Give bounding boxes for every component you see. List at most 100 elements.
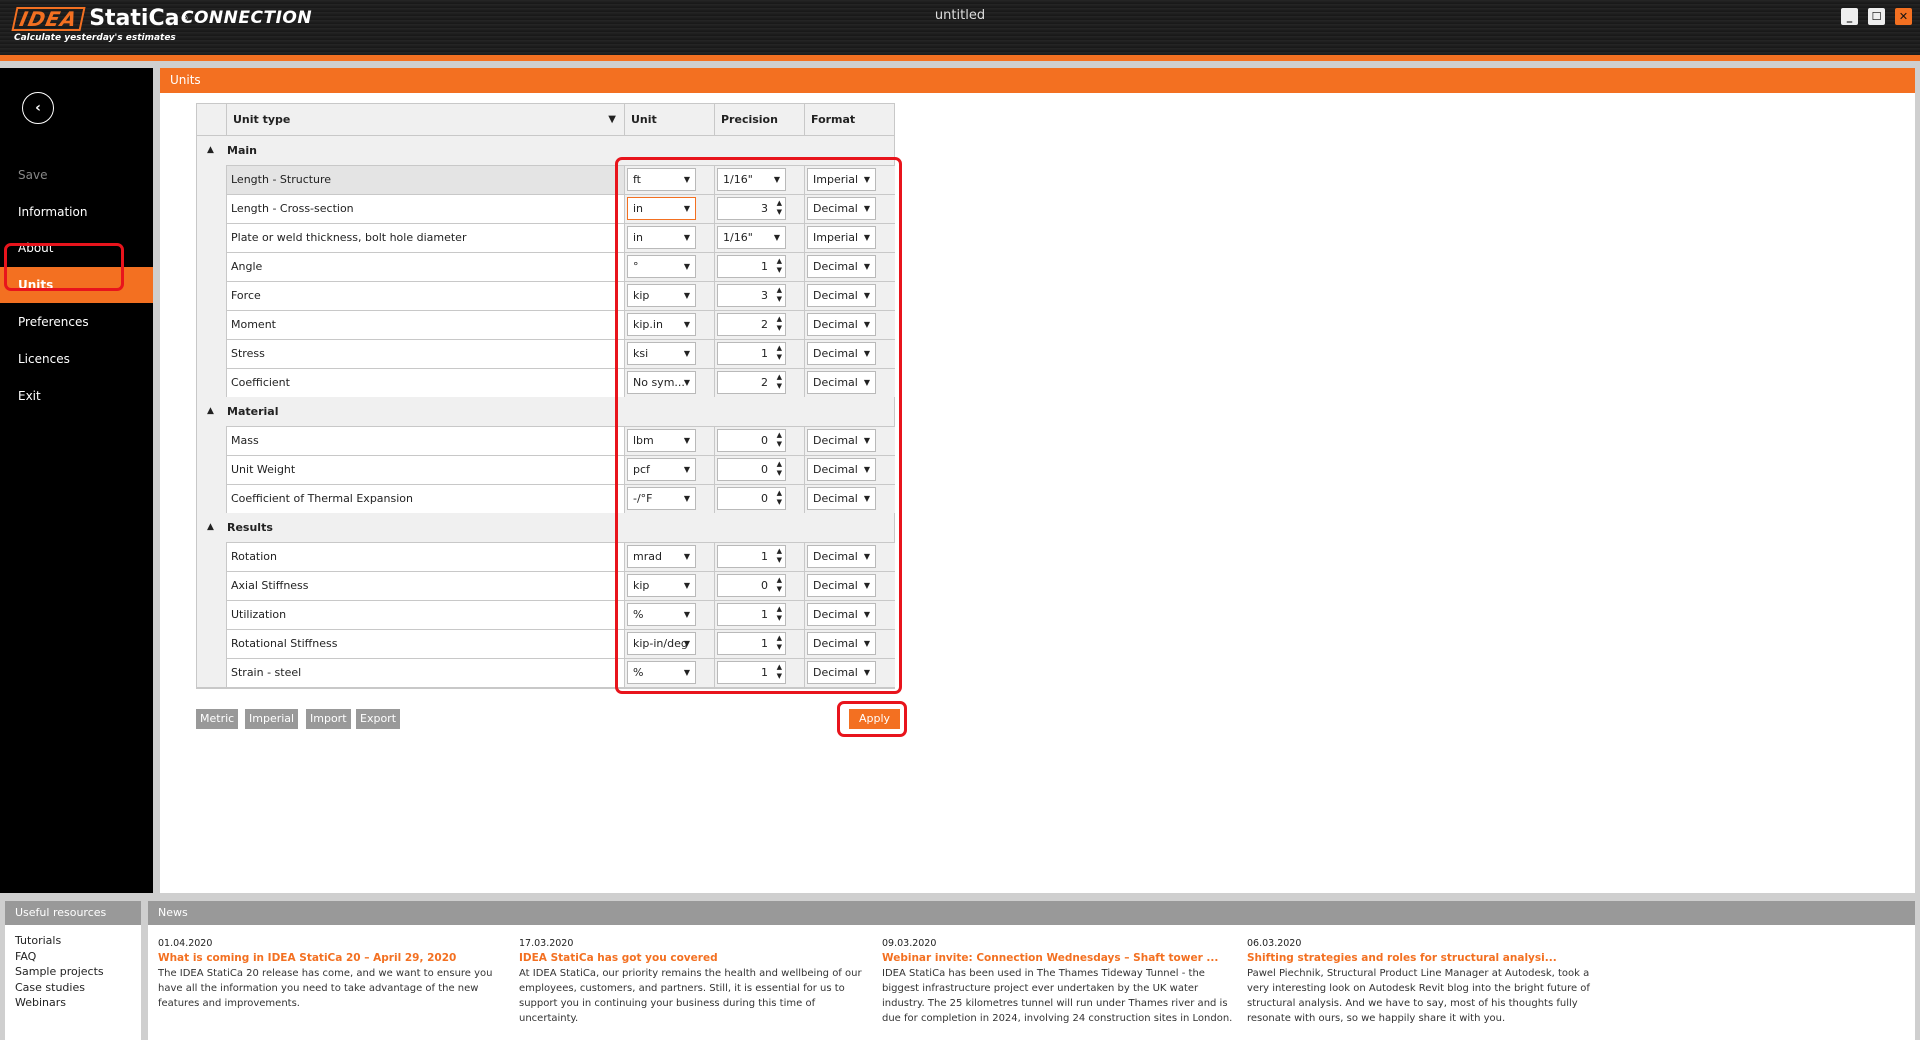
table-row[interactable]: Unit Weight pcf ▼ 0 ▲ ▼ Decimal ▼ [197,455,895,484]
unit-select[interactable]: in ▼ [627,226,696,249]
spin-down-icon[interactable]: ▼ [777,469,782,478]
spin-down-icon[interactable]: ▼ [777,324,782,333]
precision-spinner[interactable]: 3 ▲ ▼ [717,197,786,220]
spin-up-icon[interactable]: ▲ [777,576,782,585]
spin-up-icon[interactable]: ▲ [777,460,782,469]
unit-select[interactable]: kip.in ▼ [627,313,696,336]
table-row[interactable]: Plate or weld thickness, bolt hole diame… [197,223,895,252]
format-select[interactable]: Decimal ▼ [807,197,876,220]
table-row[interactable]: Moment kip.in ▼ 2 ▲ ▼ Decimal ▼ [197,310,895,339]
spin-down-icon[interactable]: ▼ [777,643,782,652]
table-row[interactable]: Strain - steel % ▼ 1 ▲ ▼ Decimal ▼ [197,658,895,687]
format-select[interactable]: Decimal ▼ [807,284,876,307]
column-header-format[interactable]: Format [804,104,895,136]
unit-select[interactable]: No sym... ▼ [627,371,696,394]
spin-up-icon[interactable]: ▲ [777,315,782,324]
format-select[interactable]: Decimal ▼ [807,458,876,481]
unit-select[interactable]: ° ▼ [627,255,696,278]
resource-link-tutorials[interactable]: Tutorials [15,933,141,949]
collapse-triangle-icon[interactable]: ▲ [207,397,214,426]
sidebar-item-about[interactable]: About [0,230,153,266]
format-select[interactable]: Decimal ▼ [807,255,876,278]
sidebar-item-units[interactable]: Units [0,267,153,303]
metric-button[interactable]: Metric [196,709,239,729]
unit-select[interactable]: ft ▼ [627,168,696,191]
export-button[interactable]: Export [356,709,401,729]
format-select[interactable]: Decimal ▼ [807,342,876,365]
unit-select[interactable]: mrad ▼ [627,545,696,568]
table-row[interactable]: Length - Cross-section in ▼ 3 ▲ ▼ Decimal… [197,194,895,223]
table-row[interactable]: Rotation mrad ▼ 1 ▲ ▼ Decimal ▼ [197,542,895,571]
precision-spinner[interactable]: 1 ▲ ▼ [717,632,786,655]
spin-down-icon[interactable]: ▼ [777,556,782,565]
unit-select[interactable]: kip ▼ [627,574,696,597]
precision-select[interactable]: 1/16" ▼ [717,168,786,191]
format-select[interactable]: Decimal ▼ [807,603,876,626]
group-row-results[interactable]: ▲ Results [197,513,894,542]
table-row[interactable]: Stress ksi ▼ 1 ▲ ▼ Decimal ▼ [197,339,895,368]
spin-up-icon[interactable]: ▲ [777,344,782,353]
format-select[interactable]: Decimal ▼ [807,574,876,597]
news-title-link[interactable]: What is coming in IDEA StatiCa 20 – Apri… [158,951,513,966]
table-row[interactable]: Rotational Stiffness kip-in/deg ▼ 1 ▲ ▼ D… [197,629,895,658]
format-select[interactable]: Decimal ▼ [807,661,876,684]
precision-spinner[interactable]: 2 ▲ ▼ [717,313,786,336]
spin-up-icon[interactable]: ▲ [777,634,782,643]
format-select[interactable]: Decimal ▼ [807,371,876,394]
maximize-button[interactable]: ☐ [1868,8,1885,25]
import-button[interactable]: Import [306,709,351,729]
minimize-button[interactable]: _ [1841,8,1858,25]
precision-spinner[interactable]: 0 ▲ ▼ [717,487,786,510]
precision-spinner[interactable]: 0 ▲ ▼ [717,429,786,452]
spin-up-icon[interactable]: ▲ [777,199,782,208]
collapse-triangle-icon[interactable]: ▲ [207,513,214,542]
format-select[interactable]: Decimal ▼ [807,487,876,510]
table-row[interactable]: Length - Structure ft ▼ 1/16" ▼ Imperial… [197,165,895,194]
format-select[interactable]: Decimal ▼ [807,313,876,336]
resource-link-webinars[interactable]: Webinars [15,995,141,1011]
table-row[interactable]: Coefficient No sym... ▼ 2 ▲ ▼ Decimal ▼ [197,368,895,397]
precision-spinner[interactable]: 2 ▲ ▼ [717,371,786,394]
precision-spinner[interactable]: 0 ▲ ▼ [717,458,786,481]
unit-select[interactable]: kip ▼ [627,284,696,307]
spin-down-icon[interactable]: ▼ [777,382,782,391]
precision-spinner[interactable]: 1 ▲ ▼ [717,255,786,278]
precision-spinner[interactable]: 1 ▲ ▼ [717,545,786,568]
news-title-link[interactable]: Shifting strategies and roles for struct… [1247,951,1602,966]
spin-up-icon[interactable]: ▲ [777,373,782,382]
spin-up-icon[interactable]: ▲ [777,431,782,440]
spin-down-icon[interactable]: ▼ [777,585,782,594]
unit-select[interactable]: -/°F ▼ [627,487,696,510]
spin-up-icon[interactable]: ▲ [777,286,782,295]
spin-up-icon[interactable]: ▲ [777,257,782,266]
precision-spinner[interactable]: 0 ▲ ▼ [717,574,786,597]
spin-down-icon[interactable]: ▼ [777,266,782,275]
spin-up-icon[interactable]: ▲ [777,489,782,498]
table-row[interactable]: Angle ° ▼ 1 ▲ ▼ Decimal ▼ [197,252,895,281]
spin-down-icon[interactable]: ▼ [777,672,782,681]
sidebar-item-save[interactable]: Save [0,157,153,193]
back-button[interactable]: ‹ [22,92,54,124]
format-select[interactable]: Imperial ▼ [807,226,876,249]
spin-down-icon[interactable]: ▼ [777,353,782,362]
resource-link-case-studies[interactable]: Case studies [15,980,141,996]
spin-up-icon[interactable]: ▲ [777,605,782,614]
sidebar-item-preferences[interactable]: Preferences [0,304,153,340]
news-title-link[interactable]: Webinar invite: Connection Wednesdays – … [882,951,1237,966]
group-row-material[interactable]: ▲ Material [197,397,894,426]
filter-icon[interactable]: ▼ [608,104,616,136]
spin-down-icon[interactable]: ▼ [777,295,782,304]
sidebar-item-licences[interactable]: Licences [0,341,153,377]
precision-select[interactable]: 1/16" ▼ [717,226,786,249]
table-row[interactable]: Coefficient of Thermal Expansion -/°F ▼ … [197,484,895,513]
unit-select[interactable]: kip-in/deg ▼ [627,632,696,655]
unit-select[interactable]: ksi ▼ [627,342,696,365]
resource-link-faq[interactable]: FAQ [15,949,141,965]
precision-spinner[interactable]: 3 ▲ ▼ [717,284,786,307]
table-row[interactable]: Mass lbm ▼ 0 ▲ ▼ Decimal ▼ [197,426,895,455]
format-select[interactable]: Decimal ▼ [807,632,876,655]
group-row-main[interactable]: ▲ Main [197,136,894,165]
format-select[interactable]: Imperial ▼ [807,168,876,191]
table-row[interactable]: Utilization % ▼ 1 ▲ ▼ Decimal ▼ [197,600,895,629]
spin-down-icon[interactable]: ▼ [777,440,782,449]
